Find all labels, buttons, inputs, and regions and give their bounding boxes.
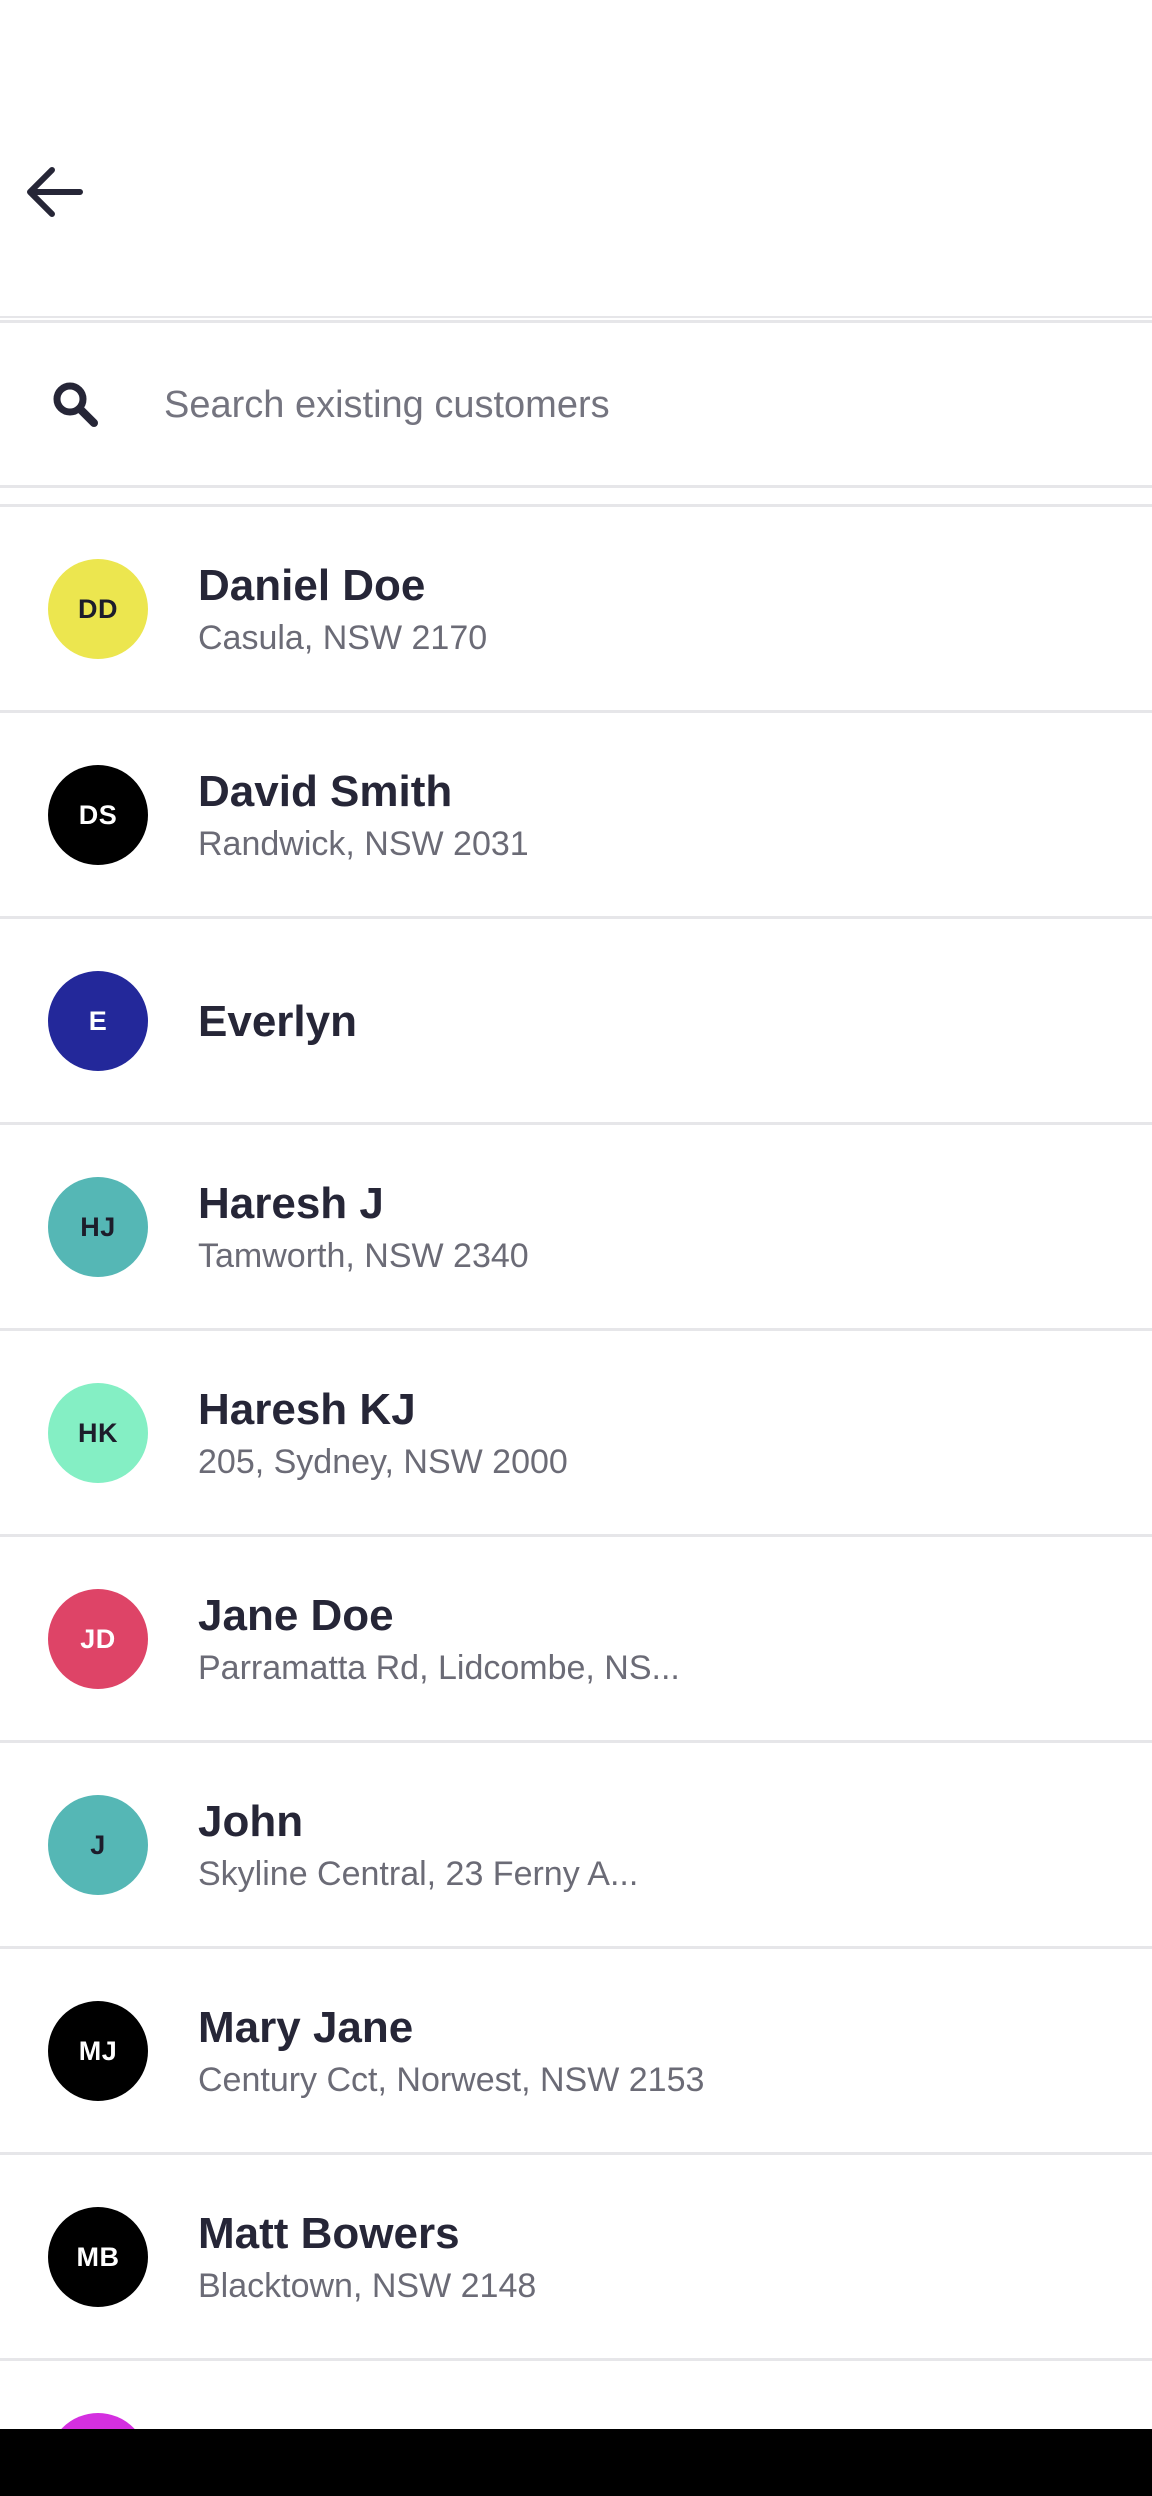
customer-avatar: MJ — [48, 2001, 148, 2101]
customer-address: Parramatta Rd, Lidcombe, NS... — [198, 1649, 680, 1687]
customer-row[interactable]: DS David Smith Randwick, NSW 2031 — [0, 713, 1152, 919]
customer-info: Haresh KJ 205, Sydney, NSW 2000 — [198, 1331, 1112, 1537]
customer-name: Jane Doe — [198, 1591, 394, 1640]
customer-info — [198, 2361, 1112, 2429]
customer-name: John — [198, 1797, 304, 1846]
customer-name: Haresh J — [198, 1179, 384, 1228]
customer-info: John Skyline Central, 23 Ferny A... — [198, 1743, 1112, 1949]
customer-row[interactable]: MB Matt Bowers Blacktown, NSW 2148 — [0, 2155, 1152, 2361]
customer-row[interactable] — [0, 2361, 1152, 2429]
search-icon — [53, 382, 98, 427]
customer-name: Everlyn — [198, 997, 357, 1046]
customer-info: David Smith Randwick, NSW 2031 — [198, 713, 1112, 919]
customer-avatar: MB — [48, 2207, 148, 2307]
customer-address: Blacktown, NSW 2148 — [198, 2267, 537, 2305]
customer-avatar: DS — [48, 765, 148, 865]
customer-info: Everlyn — [198, 919, 1112, 1125]
customer-info: Mary Jane Century Cct, Norwest, NSW 2153 — [198, 1949, 1112, 2155]
customer-avatar: HJ — [48, 1177, 148, 1277]
customer-name: Haresh KJ — [198, 1385, 416, 1434]
customer-name: Matt Bowers — [198, 2209, 460, 2258]
customer-avatar: HK — [48, 1383, 148, 1483]
app-bar — [0, 0, 1152, 318]
customer-address: Casula, NSW 2170 — [198, 619, 488, 657]
customer-info: Matt Bowers Blacktown, NSW 2148 — [198, 2155, 1112, 2361]
customer-row[interactable]: MJ Mary Jane Century Cct, Norwest, NSW 215… — [0, 1949, 1152, 2155]
search-input[interactable] — [164, 363, 1104, 447]
customer-row[interactable]: HK Haresh KJ 205, Sydney, NSW 2000 — [0, 1331, 1152, 1537]
customer-row[interactable]: E Everlyn — [0, 919, 1152, 1125]
customer-info: Jane Doe Parramatta Rd, Lidcombe, NS... — [198, 1537, 1112, 1743]
customer-address: 205, Sydney, NSW 2000 — [198, 1443, 568, 1481]
customer-avatar: E — [48, 971, 148, 1071]
arrow-left-icon — [27, 167, 83, 217]
customer-row[interactable]: DD Daniel Doe Casula, NSW 2170 — [0, 507, 1152, 713]
customer-row[interactable]: HJ Haresh J Tamworth, NSW 2340 — [0, 1125, 1152, 1331]
customer-avatar: DD — [48, 559, 148, 659]
customer-info: Daniel Doe Casula, NSW 2170 — [198, 507, 1112, 713]
system-navigation-bar — [0, 2429, 1152, 2496]
back-button[interactable] — [22, 150, 122, 234]
customer-name: Daniel Doe — [198, 561, 426, 610]
customer-name: David Smith — [198, 767, 453, 816]
customer-avatar: J — [48, 1795, 148, 1895]
customer-list: DD Daniel Doe Casula, NSW 2170 DS David Smit… — [0, 504, 1152, 2429]
customer-address: Randwick, NSW 2031 — [198, 825, 529, 863]
customer-row[interactable]: JD Jane Doe Parramatta Rd, Lidcombe, NS... — [0, 1537, 1152, 1743]
search-bar — [0, 320, 1152, 488]
customer-address: Skyline Central, 23 Ferny A... — [198, 1855, 639, 1893]
customer-address: Century Cct, Norwest, NSW 2153 — [198, 2061, 705, 2099]
customer-address: Tamworth, NSW 2340 — [198, 1237, 529, 1275]
customer-avatar: JD — [48, 1589, 148, 1689]
customer-row[interactable]: J John Skyline Central, 23 Ferny A... — [0, 1743, 1152, 1949]
customer-avatar — [48, 2413, 148, 2429]
customer-info: Haresh J Tamworth, NSW 2340 — [198, 1125, 1112, 1331]
customer-name: Mary Jane — [198, 2003, 414, 2052]
